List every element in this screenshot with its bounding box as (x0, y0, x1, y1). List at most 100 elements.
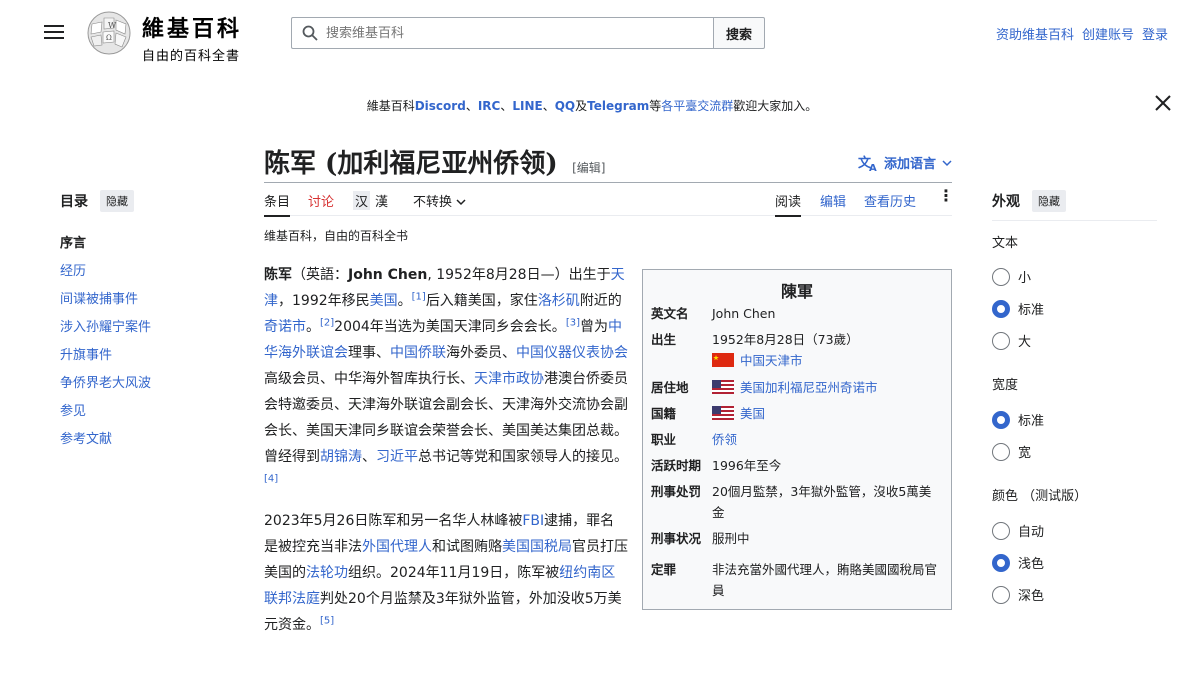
donate-link[interactable]: 资助维基百科 (996, 24, 1074, 43)
article-link[interactable]: FBI (522, 513, 544, 529)
appearance-hide-button[interactable]: 隐藏 (1032, 190, 1066, 212)
tab-no-convert[interactable]: 不转换 (413, 191, 466, 210)
toc-item[interactable]: 序言 (60, 232, 86, 251)
toc-item[interactable]: 参见 (60, 400, 86, 419)
title-edit-link[interactable]: [编辑] (572, 161, 605, 175)
create-account-link[interactable]: 创建账号 (1082, 24, 1134, 43)
irc-link[interactable]: IRC (478, 99, 501, 113)
paragraph-arrest: 2023年5月26日陈军和另一名华人林峰被FBI逮捕，罪名是被控充当非法外国代理… (264, 508, 628, 638)
article-body: 维基百科，自由的百科全书 陈军（英語：John Chen, 1952年8月28日… (264, 228, 628, 650)
article-link[interactable]: 胡锦涛 (320, 449, 362, 465)
article-link[interactable]: 美国国税局 (502, 539, 572, 555)
article-link[interactable]: 天津市政协 (474, 371, 544, 387)
main-menu-icon[interactable] (44, 25, 64, 41)
wikipedia-globe-logo[interactable]: W Ω (84, 10, 134, 56)
reference-link[interactable]: [4] (264, 473, 278, 484)
search-button[interactable]: 搜索 (713, 17, 765, 49)
search-icon (302, 25, 318, 41)
close-icon[interactable] (1154, 94, 1172, 112)
china-flag-icon (712, 353, 734, 367)
svg-text:W: W (108, 21, 117, 30)
toc-item[interactable]: 争侨界老大风波 (60, 372, 151, 391)
tab-read[interactable]: 阅读 (775, 191, 802, 217)
bold-text: 陈军 (264, 267, 292, 283)
width-option[interactable]: 宽 (992, 442, 1031, 461)
reference-link[interactable]: [2] (320, 317, 334, 328)
toc-item[interactable]: 间谍被捕事件 (60, 288, 138, 307)
nationality-link[interactable]: 美国 (740, 406, 765, 421)
login-link[interactable]: 登录 (1142, 24, 1168, 43)
toc-item[interactable]: 经历 (60, 260, 86, 279)
reference-link[interactable]: [3] (566, 317, 580, 328)
chevron-down-icon (942, 159, 952, 166)
tab-variant-traditional[interactable]: 漢 (375, 191, 388, 210)
toc-header: 目录 隐藏 (60, 190, 220, 212)
text-run: 理事、 (348, 345, 390, 361)
more-actions-icon[interactable]: ⋮ (938, 186, 954, 205)
option-label: 宽 (1018, 446, 1032, 461)
radio-button[interactable] (992, 267, 1010, 286)
reference-link[interactable]: [1] (412, 291, 426, 302)
search-input[interactable] (326, 25, 686, 41)
radio-button[interactable] (992, 553, 1010, 572)
occupation-link[interactable]: 侨领 (712, 432, 737, 447)
article-link[interactable]: 洛杉矶 (538, 293, 580, 309)
toc-item[interactable]: 升旗事件 (60, 344, 112, 363)
line-link[interactable]: LINE (512, 99, 542, 113)
color-option[interactable]: 深色 (992, 585, 1044, 604)
infobox: 陳軍 英文名 John Chen 出生 1952年8月28日（73歲） 中国天津… (642, 269, 952, 610)
appearance-title: 外观 (992, 194, 1020, 210)
infobox-label: 国籍 (651, 406, 677, 421)
color-label: 颜色 （测试版） (992, 489, 1088, 504)
option-label: 自动 (1018, 525, 1045, 540)
infobox-row: 出生 1952年8月28日（73歲） 中国天津市 (651, 329, 943, 371)
search-box[interactable] (291, 17, 713, 49)
birth-place-link[interactable]: 中国天津市 (740, 353, 803, 368)
tab-talk[interactable]: 讨论 (308, 191, 334, 210)
radio-button[interactable] (992, 442, 1010, 461)
tab-variant-simplified[interactable]: 汉 (353, 191, 371, 210)
text-size-option[interactable]: 标准 (992, 299, 1044, 318)
radio-button[interactable] (992, 299, 1010, 318)
article-link[interactable]: 外国代理人 (362, 539, 432, 555)
infobox-value: 20個月監禁，3年獄外監管，沒收5萬美金 (712, 484, 932, 520)
wordmark[interactable]: 維基百科 自由的百科全書 (142, 11, 242, 64)
article-link[interactable]: 法轮功 (306, 565, 348, 581)
toc-hide-button[interactable]: 隐藏 (100, 190, 134, 212)
infobox-value: John Chen (712, 306, 776, 321)
article-link[interactable]: 美国 (370, 293, 398, 309)
user-links: 资助维基百科 创建账号 登录 (996, 24, 1168, 43)
article-link[interactable]: 中国侨联 (390, 345, 446, 361)
text-size-option[interactable]: 大 (992, 331, 1031, 350)
radio-button[interactable] (992, 521, 1010, 540)
reference-link[interactable]: [5] (320, 615, 334, 626)
article-link[interactable]: 习近平 (376, 449, 418, 465)
article-link[interactable]: 中国仪器仪表协会 (516, 345, 628, 361)
radio-button[interactable] (992, 410, 1010, 429)
birth-place: 中国天津市 (712, 350, 943, 371)
infobox-value: 美国 (712, 403, 943, 424)
text-size-option[interactable]: 小 (992, 267, 1031, 286)
page-title: 陈军 (加利福尼亚州侨领) (264, 149, 558, 179)
platform-groups-link[interactable]: 各平臺交流群 (661, 99, 733, 113)
width-option[interactable]: 标准 (992, 410, 1044, 429)
color-option[interactable]: 自动 (992, 521, 1044, 540)
wordmark-tagline: 自由的百科全書 (142, 49, 241, 64)
radio-button[interactable] (992, 331, 1010, 350)
residence-link[interactable]: 美国加利福尼亞州奇诺市 (740, 380, 878, 395)
telegram-link[interactable]: Telegram (587, 99, 649, 113)
qq-link[interactable]: QQ (555, 99, 575, 113)
color-option[interactable]: 浅色 (992, 553, 1044, 572)
toc-item[interactable]: 涉入孙耀宁案件 (60, 316, 151, 335)
toc-item[interactable]: 参考文献 (60, 428, 112, 447)
radio-button[interactable] (992, 585, 1010, 604)
option-label: 浅色 (1018, 557, 1045, 572)
infobox-value: 非法充當外國代理人，賄賂美國國稅局官員 (712, 562, 938, 598)
tab-edit[interactable]: 编辑 (820, 191, 846, 210)
infobox-row: 国籍 美国 (651, 403, 943, 424)
tab-history[interactable]: 查看历史 (864, 191, 916, 210)
article-link[interactable]: 奇诺市 (264, 319, 306, 335)
discord-link[interactable]: Discord (415, 99, 466, 113)
add-language-button[interactable]: 文A 添加语言 (858, 153, 952, 172)
tab-article[interactable]: 条目 (264, 191, 291, 217)
